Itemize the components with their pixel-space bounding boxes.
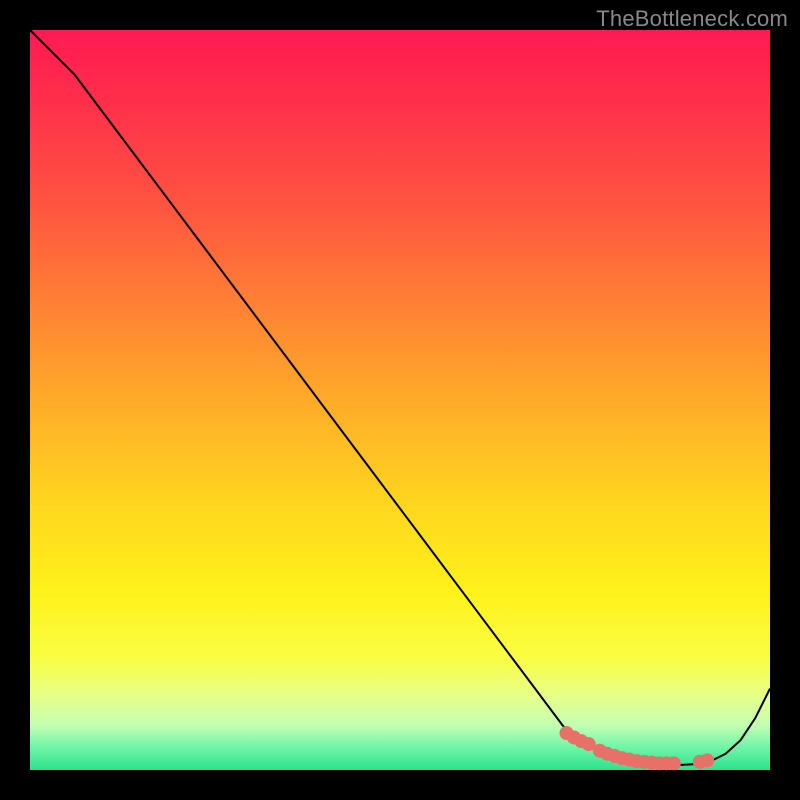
chart-frame: TheBottleneck.com	[0, 0, 800, 800]
data-point	[700, 753, 714, 767]
attribution-text: TheBottleneck.com	[596, 6, 788, 32]
plot-area	[30, 30, 770, 770]
data-point	[667, 756, 681, 770]
chart-svg	[30, 30, 770, 770]
line-series	[30, 30, 770, 765]
curve-path	[30, 30, 770, 765]
